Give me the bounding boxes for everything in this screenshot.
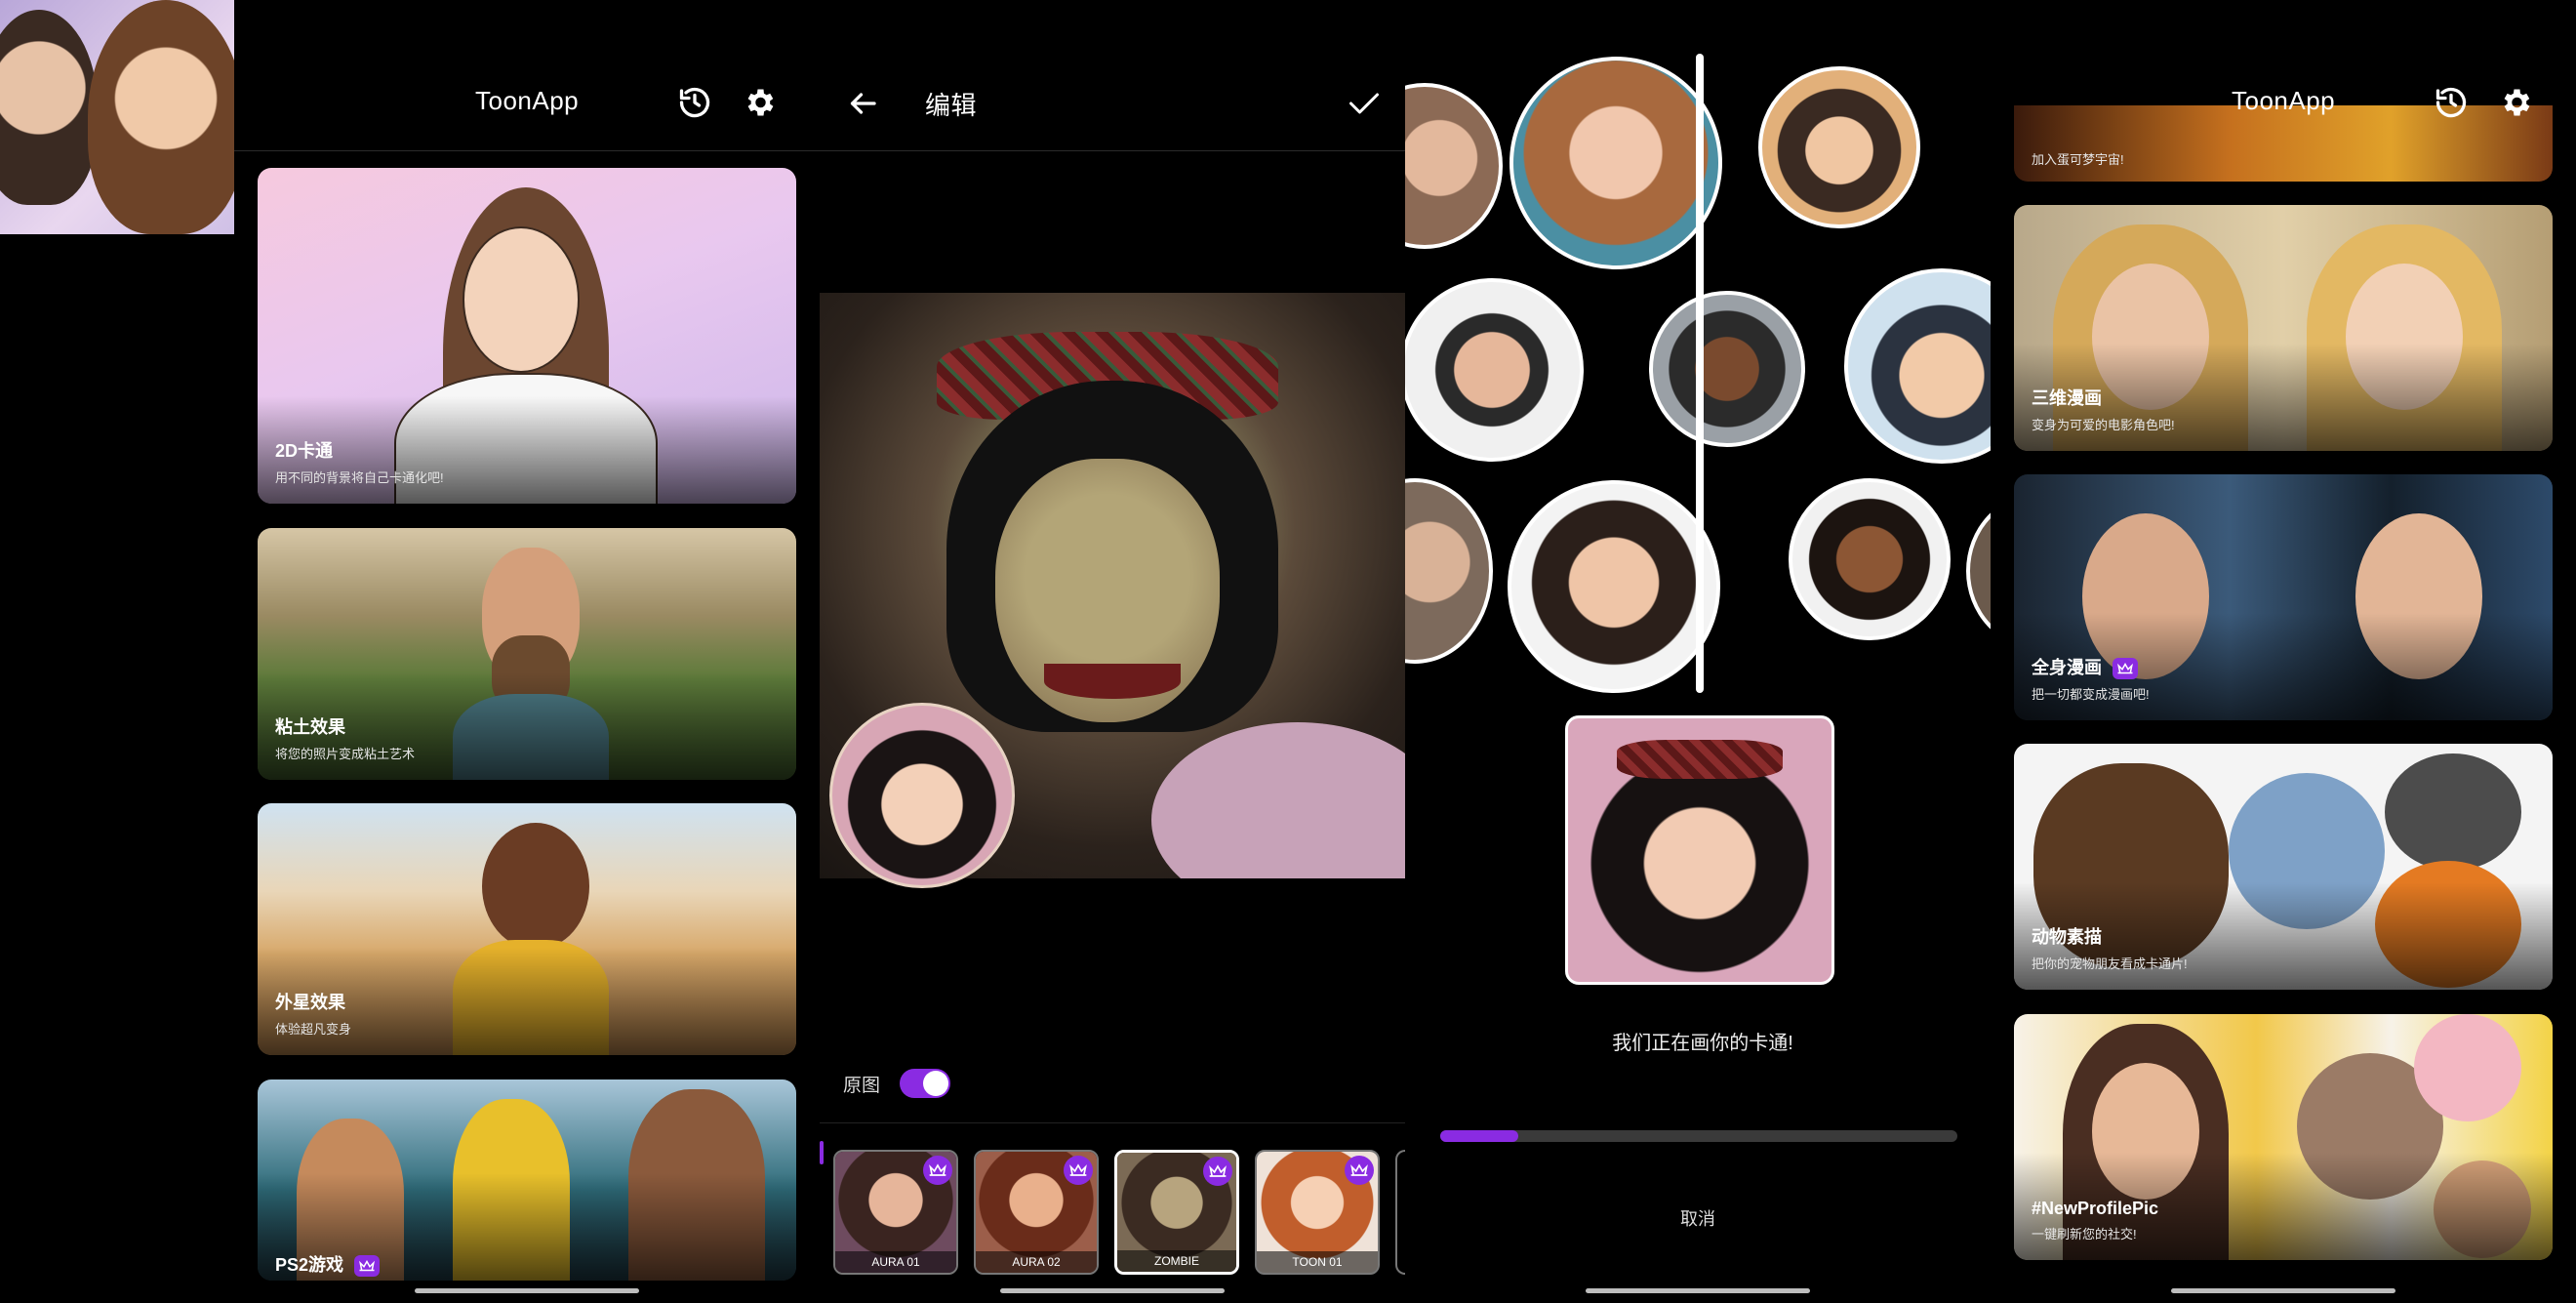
style-option-toon-01[interactable]: TOON 01 [1255,1150,1380,1275]
thumbnail-face-cartoon [88,0,234,234]
history-icon[interactable] [673,81,716,124]
style-card-clay[interactable]: 粘土效果 将您的照片变成粘土艺术 [258,528,796,780]
home-indicator[interactable] [2171,1288,2395,1293]
card-title: 粘土效果 [275,717,345,737]
card-shade [258,396,796,504]
app-thumbnail [0,0,234,234]
scroll-edge-indicator [820,1141,824,1164]
comparison-divider [1696,54,1704,693]
style-label: AURA 02 [976,1251,1097,1273]
progress-bar-fill [1440,1130,1518,1142]
editor-title: 编辑 [925,91,978,120]
card-title: 2D卡通 [275,441,334,461]
style-card-2d-cartoon[interactable]: 2D卡通 用不同的背景将自己卡通化吧! [258,168,796,504]
toggle-knob [923,1071,949,1096]
app-title: ToonApp [475,86,580,115]
editor-screen: 编辑 原图 AURA 01 AURA 02 ZOMBIE TOON 01 [820,0,1405,1303]
premium-crown-icon [923,1156,952,1185]
card-subtitle: 体验超凡变身 [275,1022,352,1037]
style-card-new-profile-pic[interactable]: #NewProfilePic 一键刷新您的社交! [2014,1014,2553,1260]
style-label: TOON 01 [1257,1251,1378,1273]
home-indicator[interactable] [1586,1288,1810,1293]
sample-avatar-bubble [1844,268,1991,464]
card-subtitle: 用不同的背景将自己卡通化吧! [275,470,444,485]
original-toggle-switch[interactable] [900,1069,951,1098]
card-subtitle: 把你的宠物朋友看成卡通片! [2032,957,2188,971]
card-subtitle: 变身为可爱的电影角色吧! [2032,418,2175,432]
gear-icon[interactable] [2494,81,2537,124]
premium-crown-icon [1064,1156,1093,1185]
style-option-aura-02[interactable]: AURA 02 [974,1150,1099,1275]
style-option-aura-01[interactable]: AURA 01 [833,1150,958,1275]
processing-screen: 我们正在画你的卡通! 取消 [1405,0,1991,1303]
home-indicator[interactable] [415,1288,639,1293]
sample-avatar-bubble [1508,480,1720,693]
home-screen: ToonApp 2D卡通 用不同的背景将自己卡通化吧! 粘土效果 将您的照片变成… [234,0,820,1303]
confirm-check-icon[interactable] [1343,82,1386,125]
thumbnail-face-photo [0,10,98,205]
sample-avatar-bubble [1405,478,1493,664]
card-title: 外星效果 [275,993,345,1012]
app-title: ToonApp [2232,86,2336,115]
hair-bow [1617,740,1783,779]
sample-avatar-bubble [1405,278,1584,462]
card-title-text: PS2游戏 [275,1254,344,1275]
back-arrow-icon[interactable] [841,82,884,125]
editor-header: 编辑 [820,0,1405,151]
app-header: ToonApp [234,0,820,151]
sample-avatar-bubble [1758,66,1920,228]
style-label: AURA 01 [835,1251,956,1273]
gear-icon[interactable] [738,81,781,124]
card-title-text: 全身漫画 [2032,657,2102,677]
sleeve [1151,722,1405,878]
card-title: PS2游戏 [275,1251,381,1277]
mouth [1044,664,1181,699]
style-card-full-body-comic[interactable]: 全身漫画 把一切都变成漫画吧! [2014,474,2553,720]
progress-bar [1440,1130,1957,1142]
premium-crown-icon [1345,1156,1374,1185]
style-option-partial[interactable] [1395,1150,1405,1275]
card-title: 全身漫画 [2032,654,2139,679]
card-title: 三维漫画 [2032,388,2102,408]
style-option-zombie[interactable]: ZOMBIE [1114,1150,1239,1275]
original-toggle-row: 原图 [843,1069,951,1098]
sample-avatar-bubble [1966,493,1991,649]
home-screen-scrolled: 加入蛋可梦宇宙! ToonApp 三维漫画 变身为可爱的电影角色吧! 全身漫画 … [1991,0,2576,1303]
premium-crown-icon [2113,658,2139,679]
style-selector-strip[interactable]: AURA 01 AURA 02 ZOMBIE TOON 01 [820,1122,1405,1275]
style-card-3d-comic[interactable]: 三维漫画 变身为可爱的电影角色吧! [2014,205,2553,451]
app-header: ToonApp [1991,0,2576,151]
sample-avatar-bubble [1405,83,1503,249]
cancel-button[interactable]: 取消 [1649,1205,1747,1231]
card-subtitle: 把一切都变成漫画吧! [2032,687,2150,702]
original-photo-inset[interactable] [829,703,1015,888]
home-indicator[interactable] [1000,1288,1225,1293]
sample-avatar-bubble [1649,291,1805,447]
card-title: 动物素描 [2032,927,2102,947]
processing-message: 我们正在画你的卡通! [1612,1033,1793,1054]
uploaded-photo [1565,715,1834,985]
sample-avatar-bubble [1789,478,1951,640]
original-toggle-label: 原图 [843,1075,881,1096]
style-card-pet-sketch[interactable]: 动物素描 把你的宠物朋友看成卡通片! [2014,744,2553,990]
style-label: ZOMBIE [1117,1250,1236,1272]
card-title: #NewProfilePic [2032,1199,2159,1218]
sample-avatar-bubble [1509,57,1722,269]
card-subtitle: 一键刷新您的社交! [2032,1227,2137,1242]
history-icon[interactable] [2430,81,2473,124]
premium-crown-icon [1203,1157,1232,1186]
card-subtitle: 将您的照片变成粘土艺术 [275,747,416,761]
style-card-ps2[interactable]: PS2游戏 [258,1079,796,1281]
card-subtitle: 加入蛋可梦宇宙! [2032,152,2124,167]
premium-crown-icon [354,1255,381,1277]
style-card-alien[interactable]: 外星效果 体验超凡变身 [258,803,796,1055]
